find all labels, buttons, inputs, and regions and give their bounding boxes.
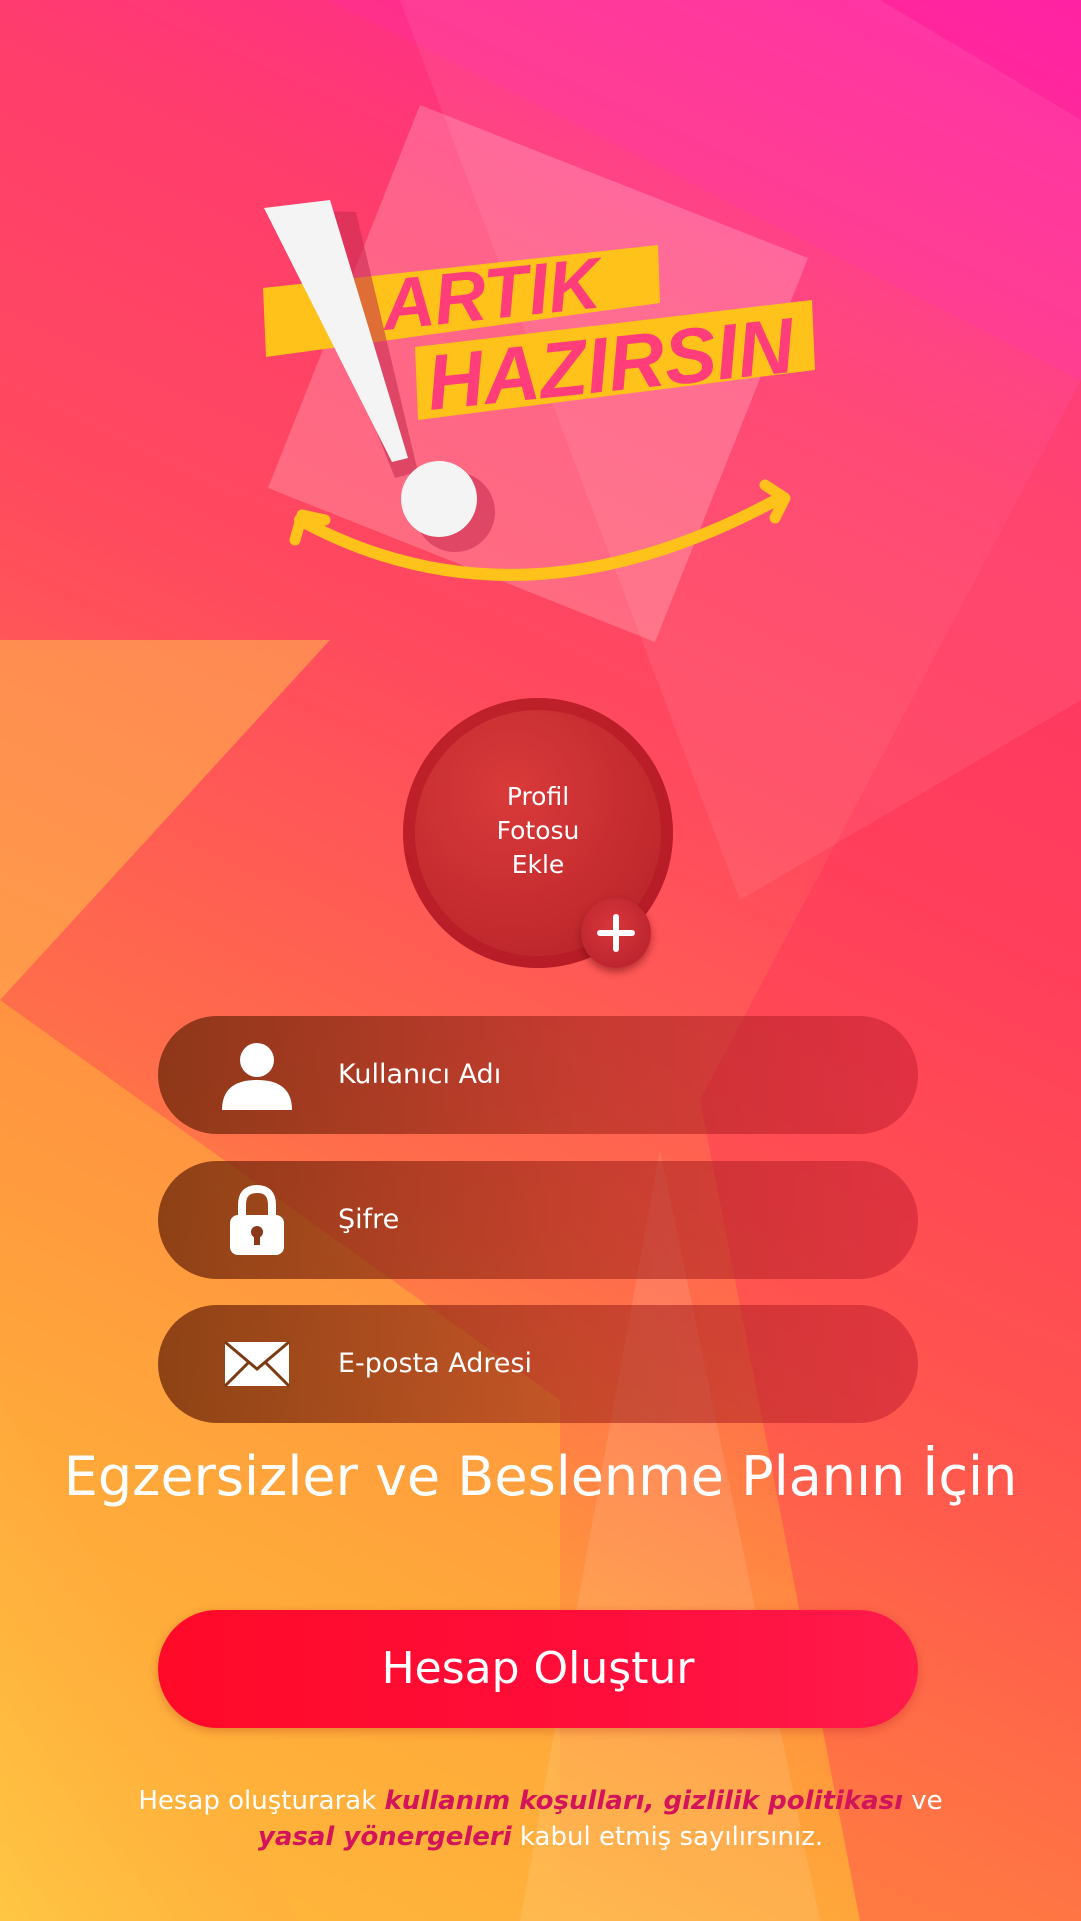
- profile-photo-label: Profil Fotosu Ekle: [496, 782, 580, 879]
- lock-icon: [230, 1185, 284, 1255]
- terms-middle: ve: [903, 1786, 943, 1816]
- password-placeholder: Şifre: [338, 1204, 400, 1235]
- headline-text: Egzersizler ve Beslenme Planın İçin: [63, 1445, 1018, 1508]
- terms-privacy-link[interactable]: kullanım koşulları, gizlilik politikası: [385, 1786, 904, 1816]
- envelope-icon: [223, 1340, 291, 1388]
- add-profile-photo-button[interactable]: Profil Fotosu Ekle: [403, 698, 673, 968]
- password-field[interactable]: Şifre: [158, 1161, 918, 1279]
- terms-suffix: kabul etmiş sayılırsınız.: [511, 1822, 824, 1852]
- exclamation-dot: [401, 461, 477, 537]
- create-account-button[interactable]: Hesap Oluştur: [158, 1610, 918, 1728]
- user-icon: [222, 1043, 292, 1110]
- plus-icon[interactable]: [581, 898, 651, 968]
- username-field[interactable]: Kullanıcı Adı: [158, 1016, 918, 1134]
- email-field[interactable]: E-posta Adresi: [158, 1305, 918, 1423]
- username-placeholder: Kullanıcı Adı: [338, 1059, 502, 1090]
- terms-notice: Hesap oluşturarak kullanım koşulları, gi…: [60, 1783, 1021, 1855]
- legal-guidelines-link[interactable]: yasal yönergeleri: [258, 1822, 512, 1852]
- email-placeholder: E-posta Adresi: [338, 1348, 533, 1379]
- app-logo: ARTIK HAZIRSIN: [263, 105, 815, 642]
- terms-prefix: Hesap oluşturarak: [138, 1786, 385, 1816]
